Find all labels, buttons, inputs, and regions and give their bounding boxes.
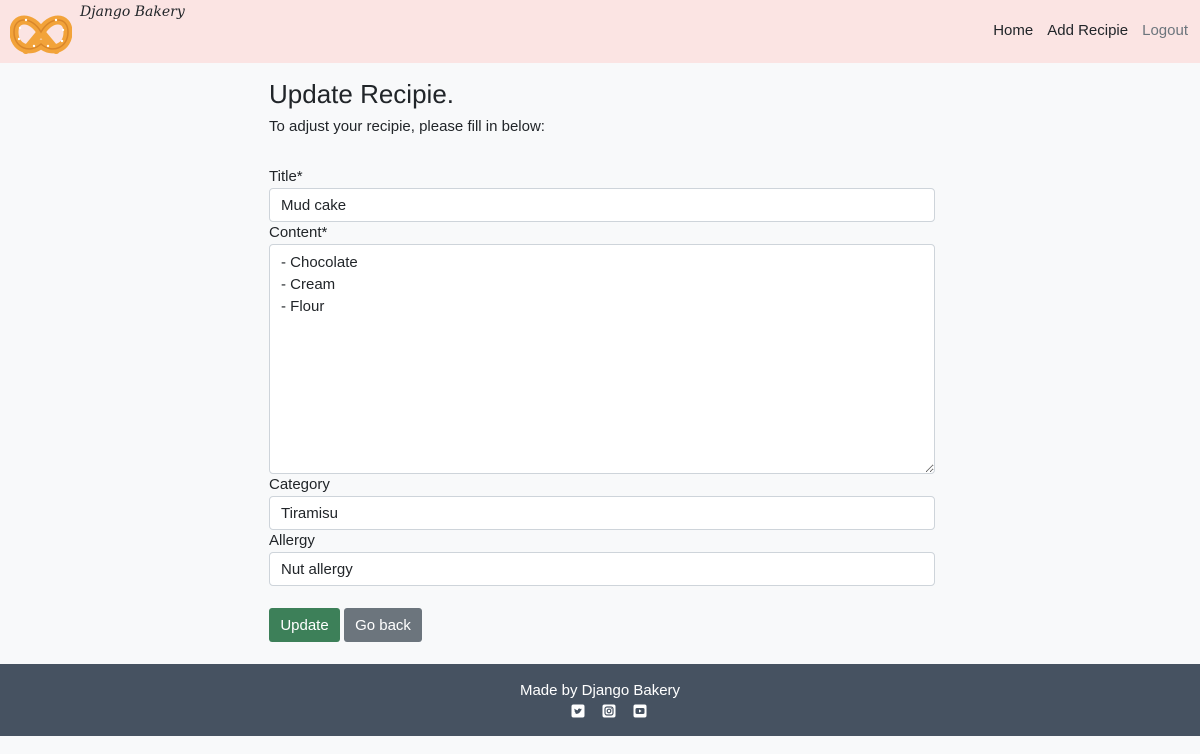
title-label: Title* — [269, 168, 303, 185]
allergy-label: Allergy — [269, 532, 315, 549]
brand-name: Django Bakery — [80, 4, 185, 20]
update-button[interactable]: Update — [269, 608, 340, 642]
go-back-button[interactable]: Go back — [344, 608, 422, 642]
page-title: Update Recipie. — [269, 79, 454, 109]
page-intro: To adjust your recipie, please fill in b… — [269, 118, 545, 135]
twitter-icon[interactable] — [571, 704, 585, 718]
category-label: Category — [269, 476, 330, 493]
social-links — [571, 704, 647, 718]
youtube-icon[interactable] — [633, 704, 647, 718]
content-label: Content* — [269, 224, 328, 241]
content-textarea[interactable]: - Chocolate - Cream - Flour — [269, 244, 935, 474]
brand-logo[interactable]: Django Bakery — [10, 4, 185, 56]
nav-add-recipe-link[interactable]: Add Recipie — [1047, 22, 1128, 39]
footer-text: Made by Django Bakery — [519, 682, 681, 699]
nav-home-link[interactable]: Home — [993, 22, 1033, 39]
nav-links: Home Add Recipie Logout — [993, 22, 1188, 39]
instagram-icon[interactable] — [602, 704, 616, 718]
title-input[interactable] — [269, 188, 935, 222]
nav-logout-link[interactable]: Logout — [1142, 22, 1188, 39]
footer: Made by Django Bakery — [0, 664, 1200, 736]
allergy-input[interactable] — [269, 552, 935, 586]
pretzel-logo-icon — [10, 15, 72, 54]
category-input[interactable] — [269, 496, 935, 530]
navbar: Django Bakery Home Add Recipie Logout — [0, 0, 1200, 63]
